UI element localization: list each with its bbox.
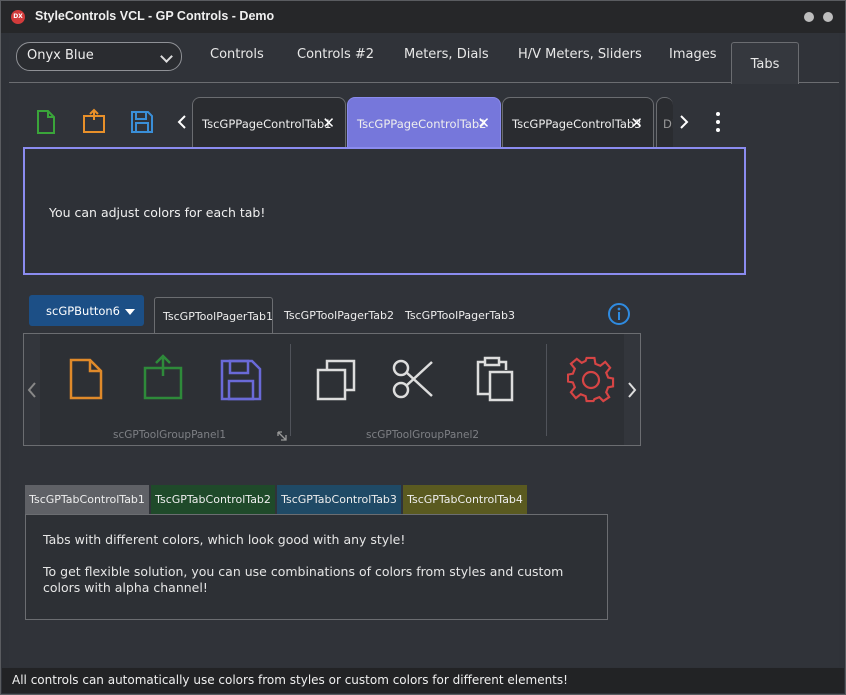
style-combo[interactable]: Onyx Blue [16,42,182,71]
page-tab-1[interactable]: TscGPPageControlTab1 ✕ [192,97,346,148]
save-icon[interactable] [130,110,154,134]
style-combo-value: Onyx Blue [27,48,94,63]
main-tabs-divider [9,82,839,83]
tabcontrol-tab-3[interactable]: TscGPTabControlTab3 [277,485,401,514]
tab-controls[interactable]: Controls [210,47,264,62]
tab-meters-dials[interactable]: Meters, Dials [404,47,489,62]
tabcontrol-tab-2[interactable]: TscGPTabControlTab2 [151,485,275,514]
new-file-icon[interactable] [35,110,57,134]
title-bar: DX StyleControls VCL - GP Controls - Dem… [1,1,845,33]
page-content-text: You can adjust colors for each tab! [49,205,266,220]
scgpbutton6-button[interactable]: scGPButton6 [29,295,144,326]
chevron-right-icon[interactable] [679,115,689,129]
group-separator [290,344,291,436]
new-file-icon[interactable] [68,358,104,400]
status-text: All controls can automatically use color… [12,673,568,687]
upload-file-icon[interactable] [82,108,106,134]
page-tab-2[interactable]: TscGPPageControlTab2 ✕ [347,97,501,148]
tabcontrol-text-1: Tabs with different colors, which look g… [43,532,406,547]
scroll-right-button[interactable] [624,334,640,445]
info-icon[interactable] [607,302,631,326]
copy-icon[interactable] [316,359,356,401]
page-tab-4[interactable]: Di [656,97,673,148]
tab-images[interactable]: Images [669,47,717,62]
tabcontrol-tab-1[interactable]: TscGPTabControlTab1 [25,485,149,514]
gear-icon[interactable] [567,356,615,404]
tabcontrol-tab-4[interactable]: TscGPTabControlTab4 [403,485,527,514]
group-panel-1-label: scGPToolGroupPanel1 [113,429,227,441]
close-icon[interactable]: ✕ [477,114,490,132]
page-control-panel: You can adjust colors for each tab! [23,147,746,275]
chevron-left-icon[interactable] [177,115,187,129]
page-tab-3[interactable]: TscGPPageControlTab3 ✕ [502,97,654,148]
toolpager-panel: scGPToolGroupPanel1 scGPToolGroupPanel2 [23,333,641,446]
tabcontrol-panel: Tabs with different colors, which look g… [25,514,608,620]
close-icon[interactable]: ✕ [630,114,643,132]
tab-hv-meters-sliders[interactable]: H/V Meters, Sliders [518,47,642,62]
expand-corner-icon[interactable] [277,431,287,441]
chevron-left-icon [27,382,36,398]
upload-file-icon[interactable] [142,354,184,400]
close-button[interactable] [823,12,833,22]
main-area: Onyx Blue Controls Controls #2 Meters, D… [9,33,839,667]
tab-tabs[interactable]: Tabs [731,42,799,84]
toolpager-tab-1[interactable]: TscGPToolPagerTab1 [154,297,273,333]
more-vertical-icon[interactable] [715,111,721,133]
tab-controls-2[interactable]: Controls #2 [297,47,374,62]
dropdown-arrow-icon[interactable] [125,309,135,315]
scroll-left-button[interactable] [24,334,40,445]
minimize-button[interactable] [804,12,814,22]
window-title: StyleControls VCL - GP Controls - Demo [35,9,275,23]
status-bar: All controls can automatically use color… [2,668,844,693]
chevron-down-icon [160,50,173,63]
group-separator [546,344,547,436]
save-icon[interactable] [220,359,262,401]
chevron-right-icon [628,382,637,398]
paste-icon[interactable] [476,356,514,402]
app-window: DX StyleControls VCL - GP Controls - Dem… [0,0,846,695]
close-icon[interactable]: ✕ [322,114,335,132]
cut-icon[interactable] [392,358,434,400]
group-panel-2-label: scGPToolGroupPanel2 [366,429,480,441]
tabcontrol-text-2: To get flexible solution, you can use co… [43,564,564,595]
app-logo-icon: DX [11,10,25,24]
